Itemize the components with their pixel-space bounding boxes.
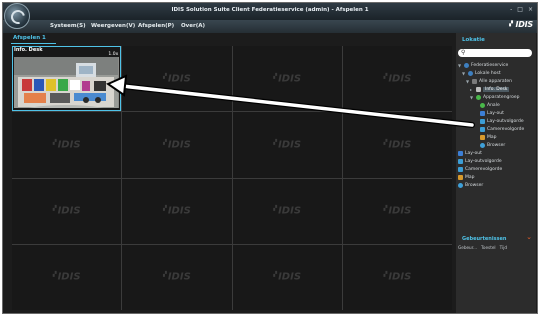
video-cell[interactable]: ▞IDIS [122, 178, 232, 244]
sidebar-title: Lokatie [462, 37, 485, 43]
video-grid: Info. Desk 1.0x ▞IDIS ▞IDIS ▞IDIS ▞IDIS … [12, 46, 452, 310]
video-cell[interactable]: ▞IDIS [342, 244, 452, 310]
globe-icon [464, 62, 469, 68]
idis-watermark: ▞IDIS [273, 271, 302, 283]
video-cell[interactable]: ▞IDIS [342, 178, 452, 244]
tree-item-browser-root[interactable]: Browser [458, 181, 483, 189]
analog-icon [480, 102, 485, 108]
camera-video-frame [14, 57, 120, 109]
video-cell[interactable]: ▞IDIS [232, 244, 342, 310]
tree-item-anale[interactable]: Anale [474, 101, 500, 109]
sequence-icon [480, 118, 485, 124]
location-sidebar: Lokatie ⚲ ▼ Federatieservice ▼ Lokale ho… [456, 33, 536, 313]
video-cell[interactable]: ▞IDIS [12, 244, 122, 310]
sequence-icon [458, 166, 463, 172]
menu-systeem[interactable]: Systeem(S) [50, 23, 86, 29]
expand-arrow-icon[interactable]: ▼ [458, 63, 462, 68]
layout-icon [480, 110, 485, 116]
tree-item-alle-apparaten[interactable]: ▼ Alle apparaten [466, 77, 512, 85]
expand-arrow-icon[interactable]: ▼ [470, 95, 474, 100]
video-cell[interactable]: ▞IDIS [122, 244, 232, 310]
camera-name: Info. Desk [14, 47, 43, 53]
tab-bar: Afspelen 1 [7, 33, 455, 44]
video-cell-active[interactable]: Info. Desk 1.0x [12, 46, 122, 112]
expand-arrow-icon[interactable]: ▼ [466, 79, 470, 84]
idis-watermark: ▞IDIS [52, 205, 81, 217]
video-cell[interactable]: ▞IDIS [12, 112, 122, 178]
window-controls: - □ × [510, 7, 533, 13]
tree-item-map-root[interactable]: Map [458, 173, 475, 181]
video-cell[interactable]: ▞IDIS [122, 46, 232, 112]
column-event[interactable]: Gebeur... [458, 245, 477, 253]
idis-watermark: ▞IDIS [383, 271, 412, 283]
tree-item-apparatengroep[interactable]: ▼ Apparatengroep [470, 93, 520, 101]
idis-watermark: ▞IDIS [52, 139, 81, 151]
idis-watermark: ▞IDIS [162, 73, 191, 85]
video-cell[interactable]: ▞IDIS [12, 178, 122, 244]
camera-icon [476, 86, 481, 92]
idis-watermark: ▞IDIS [162, 205, 191, 217]
browser-icon [458, 182, 463, 188]
layout-icon [458, 150, 463, 156]
menu-bar: Systeem(S) Weergeven(V) Afspelen(P) Over… [3, 20, 537, 33]
app-window: IDIS Solution Suite Client Federatieserv… [2, 2, 538, 314]
expand-arrow-icon[interactable]: ▼ [462, 71, 466, 76]
video-cell[interactable]: ▞IDIS [232, 178, 342, 244]
tree-item-map[interactable]: Map [474, 133, 497, 141]
events-title: Gebeurtenissen [462, 236, 507, 242]
title-bar[interactable]: IDIS Solution Suite Client Federatieserv… [3, 3, 537, 20]
tree-item-browser[interactable]: Browser [474, 141, 505, 149]
tree-item-layoutvolgorde[interactable]: Lay-outvolgorde [474, 117, 524, 125]
menu-weergeven[interactable]: Weergeven(V) [91, 23, 135, 29]
map-icon [480, 134, 485, 140]
brand-mark-icon: ▞ [509, 21, 513, 27]
close-button[interactable]: × [528, 7, 533, 13]
camera-image [14, 57, 118, 109]
tree-item-camerevolgorde-root[interactable]: Camerevolgorde [458, 165, 502, 173]
sequence-icon [480, 126, 485, 132]
collapse-chevron-icon[interactable]: ⌄ [526, 233, 532, 241]
idis-watermark: ▞IDIS [162, 271, 191, 283]
maximize-button[interactable]: □ [517, 7, 523, 13]
column-device[interactable]: Toestel [481, 245, 496, 253]
map-icon [458, 174, 463, 180]
video-cell[interactable]: ▞IDIS [122, 112, 232, 178]
idis-watermark: ▞IDIS [383, 139, 412, 151]
browser-icon [480, 142, 485, 148]
menu-over[interactable]: Over(A) [181, 23, 205, 29]
video-cell[interactable]: ▞IDIS [232, 112, 342, 178]
column-time[interactable]: Tijd [500, 245, 507, 253]
idis-watermark: ▞IDIS [52, 271, 81, 283]
idis-watermark: ▞IDIS [383, 205, 412, 217]
tree-item-layout[interactable]: Lay-out [474, 109, 504, 117]
camera-group-icon [472, 78, 477, 84]
location-search-input[interactable]: ⚲ [458, 49, 532, 57]
brand-logo: IDIS [515, 20, 533, 29]
video-cell[interactable]: ▞IDIS [342, 46, 452, 112]
minimize-button[interactable]: - [510, 7, 512, 13]
tree-item-federatieservice[interactable]: ▼ Federatieservice [458, 61, 508, 69]
window-title: IDIS Solution Suite Client Federatieserv… [171, 7, 369, 13]
sequence-icon [458, 158, 463, 164]
idis-watermark: ▞IDIS [273, 73, 302, 85]
video-cell[interactable]: ▞IDIS [232, 46, 342, 112]
device-group-icon [476, 94, 481, 100]
menu-afspelen[interactable]: Afspelen(P) [138, 23, 174, 29]
expand-arrow-icon[interactable]: ▸ [470, 87, 474, 92]
idis-watermark: ▞IDIS [273, 139, 302, 151]
globe-icon [468, 70, 473, 76]
tree-item-info-desk[interactable]: ▸ Info. Desk [470, 85, 510, 93]
tab-afspelen-1[interactable]: Afspelen 1 [11, 33, 56, 44]
events-column-headers: Gebeur... Toestel Tijd [458, 245, 534, 253]
idis-watermark: ▞IDIS [162, 139, 191, 151]
idis-watermark: ▞IDIS [273, 205, 302, 217]
tree-item-camerevolgorde[interactable]: Camerevolgorde [474, 125, 524, 133]
idis-watermark: ▞IDIS [383, 73, 412, 85]
search-icon: ⚲ [461, 49, 466, 56]
tree-item-lokale-host[interactable]: ▼ Lokale host [462, 69, 501, 77]
tree-item-layoutvolgorde-root[interactable]: Lay-outvolgorde [458, 157, 502, 165]
app-logo-icon[interactable] [4, 3, 30, 29]
video-cell[interactable]: ▞IDIS [342, 112, 452, 178]
tree-item-layout-root[interactable]: Lay-out [458, 149, 482, 157]
